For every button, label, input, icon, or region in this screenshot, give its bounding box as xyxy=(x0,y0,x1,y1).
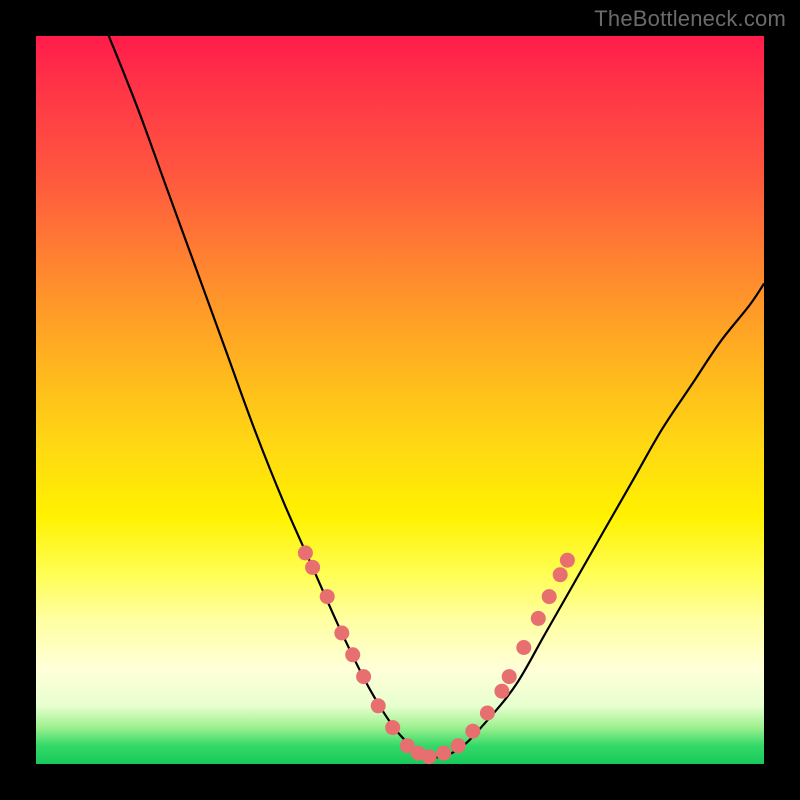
data-point xyxy=(298,545,313,560)
data-point xyxy=(494,684,509,699)
data-point xyxy=(305,560,320,575)
data-point xyxy=(320,589,335,604)
plot-area xyxy=(36,36,764,764)
data-point xyxy=(465,724,480,739)
watermark-text: TheBottleneck.com xyxy=(594,6,786,32)
data-point xyxy=(480,706,495,721)
data-point xyxy=(560,553,575,568)
data-point xyxy=(542,589,557,604)
chart-frame: TheBottleneck.com xyxy=(0,0,800,800)
data-point xyxy=(451,738,466,753)
data-point xyxy=(553,567,568,582)
bottleneck-curve xyxy=(109,36,764,757)
data-point xyxy=(334,626,349,641)
data-point xyxy=(371,698,386,713)
data-point xyxy=(502,669,517,684)
data-point xyxy=(356,669,371,684)
data-point xyxy=(436,746,451,761)
data-point xyxy=(422,749,437,764)
data-point xyxy=(385,720,400,735)
data-point xyxy=(345,647,360,662)
curve-layer xyxy=(36,36,764,764)
data-point xyxy=(531,611,546,626)
data-point xyxy=(516,640,531,655)
